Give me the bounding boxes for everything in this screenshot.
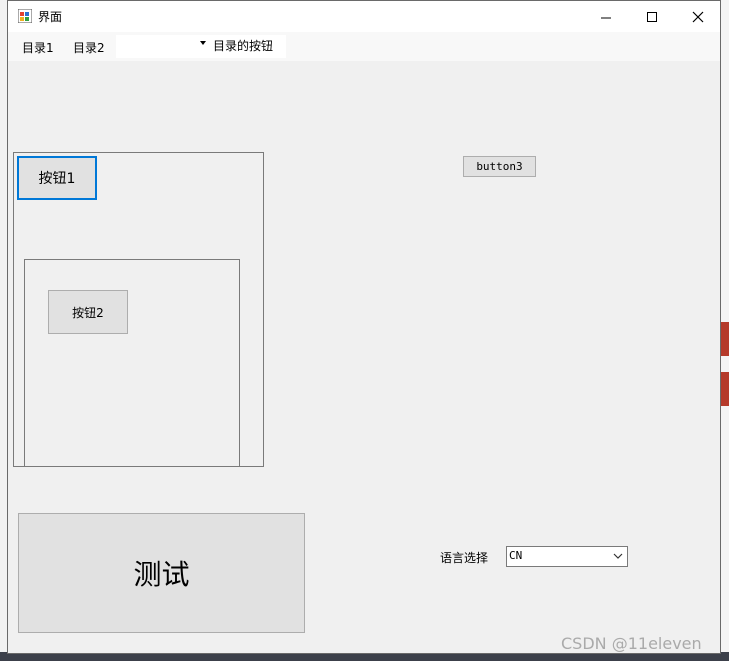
desktop-thumbnail: [721, 372, 729, 406]
button3[interactable]: button3: [463, 156, 536, 177]
window-title: 界面: [38, 10, 63, 24]
watermark: CSDN @11eleven: [561, 634, 702, 653]
minimize-button[interactable]: [583, 1, 629, 32]
menu-item-catalog1[interactable]: 目录1: [22, 39, 54, 56]
minimize-icon: [601, 17, 611, 18]
menu-item-catalog2[interactable]: 目录2: [73, 39, 105, 56]
language-label: 语言选择: [440, 551, 489, 565]
menu-button[interactable]: 目录的按钮: [209, 35, 286, 58]
close-icon: [692, 11, 704, 22]
language-select[interactable]: CN: [506, 546, 628, 567]
language-select-value: CN: [509, 549, 523, 562]
maximize-icon: [647, 11, 657, 22]
title-bar: 界面: [8, 1, 720, 32]
inner-panel: 按钮2: [24, 259, 240, 467]
dropdown-arrow-icon: [200, 41, 206, 45]
close-button[interactable]: [675, 1, 721, 32]
main-window: 界面 目录1 目录2 目录的按钮 按钮1 按钮2 button3 测试 语言选择…: [7, 0, 721, 654]
desktop-thumbnail: [721, 322, 729, 356]
chevron-down-icon: [613, 553, 623, 559]
app-icon: [18, 9, 32, 23]
menu-combobox[interactable]: [116, 35, 209, 58]
maximize-button[interactable]: [629, 1, 675, 32]
button2[interactable]: 按钮2: [48, 290, 128, 334]
outer-panel: 按钮1 按钮2: [13, 152, 264, 467]
test-button[interactable]: 测试: [18, 513, 305, 633]
desktop-right-edge: [721, 0, 729, 661]
button1[interactable]: 按钮1: [17, 156, 97, 200]
menu-bar: 目录1 目录2 目录的按钮: [8, 32, 720, 61]
